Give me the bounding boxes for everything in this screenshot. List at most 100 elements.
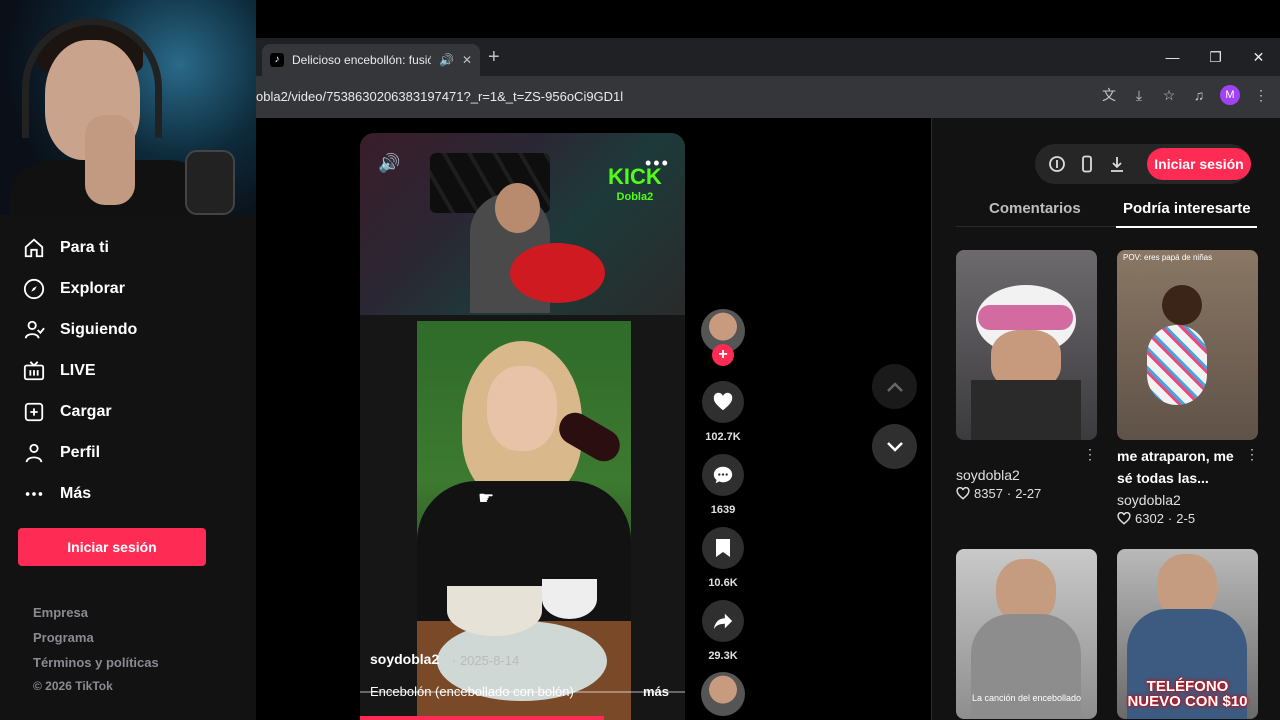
- card-title[interactable]: me atraparon, me sé todas las...: [1117, 445, 1247, 489]
- like-count: 102.7K: [705, 431, 741, 443]
- sidebar-item-cargar[interactable]: Cargar: [22, 400, 112, 424]
- kick-sub: Dobla2: [616, 191, 654, 203]
- copyright: © 2026 TikTok: [33, 679, 113, 693]
- save-button[interactable]: 10.6K: [701, 527, 745, 589]
- sidebar-item-label: Explorar: [60, 280, 125, 297]
- card-more-icon[interactable]: ⋮: [1083, 446, 1097, 463]
- card-caption: POV: eres papá de niñas: [1123, 253, 1213, 262]
- share-button[interactable]: 29.3K: [701, 600, 745, 662]
- card-likes: 6302: [1135, 511, 1164, 526]
- address-bar: obla2/video/7538630206383197471?_r=1&_t=…: [256, 76, 1280, 118]
- comment-icon: [702, 454, 744, 496]
- more-dots-icon: [22, 482, 46, 506]
- heart-outline-icon: [956, 487, 970, 500]
- install-app-icon[interactable]: ⤓: [1130, 86, 1148, 104]
- related-video-thumbnail[interactable]: [956, 250, 1097, 440]
- tab-podria-interesarte[interactable]: Podría interesarte: [1123, 200, 1251, 217]
- login-button-top[interactable]: Iniciar sesión: [1147, 148, 1251, 180]
- sidebar-item-label: Siguiendo: [60, 321, 138, 338]
- card-date: 2-27: [1015, 486, 1042, 501]
- compass-icon: [22, 277, 46, 301]
- restore-button[interactable]: ❐: [1194, 38, 1237, 76]
- footer-link-empresa[interactable]: Empresa: [33, 605, 88, 620]
- share-count: 29.3K: [708, 650, 738, 662]
- mobile-icon[interactable]: [1078, 155, 1096, 173]
- browser-menu-icon[interactable]: ⋮: [1252, 86, 1270, 104]
- next-author-avatar[interactable]: [701, 672, 745, 716]
- sidebar: Para ti Explorar Siguiendo LIVE Cargar P…: [0, 215, 256, 720]
- stream-overlay: 🔊 ••• KICK Dobla2: [360, 133, 685, 315]
- follow-plus-button[interactable]: +: [712, 344, 734, 366]
- speaker-icon[interactable]: 🔊: [439, 53, 454, 67]
- heart-icon: [702, 381, 744, 423]
- webcam-overlay: [0, 0, 256, 215]
- related-video-thumbnail[interactable]: La canción del encebollado: [956, 549, 1097, 719]
- minimize-button[interactable]: —: [1151, 38, 1194, 76]
- footer-link-terminos[interactable]: Términos y políticas: [33, 655, 159, 670]
- related-video-thumbnail[interactable]: TELÉFONO NUEVO CON $10: [1117, 549, 1258, 719]
- sidebar-item-para-ti[interactable]: Para ti: [22, 236, 109, 260]
- home-icon: [22, 236, 46, 260]
- browser-tabbar: ♪ Delicioso encebollón: fusió 🔊 ✕ + — ❐ …: [256, 38, 1280, 76]
- card-caption: La canción del encebollado: [971, 693, 1082, 703]
- browser-tab[interactable]: ♪ Delicioso encebollón: fusió 🔊 ✕: [262, 44, 480, 76]
- stat-separator: ·: [1167, 511, 1173, 526]
- comment-count: 1639: [710, 504, 736, 516]
- card-author[interactable]: soydobla2: [1117, 492, 1181, 508]
- video-description: Encebolón (encebollado con bolón): [370, 684, 574, 699]
- video-author[interactable]: soydobla2: [370, 651, 439, 667]
- media-controls-icon[interactable]: ♫: [1190, 86, 1208, 104]
- bookmark-star-icon[interactable]: ☆: [1160, 86, 1178, 104]
- tab-comentarios[interactable]: Comentarios: [989, 200, 1081, 217]
- close-tab-icon[interactable]: ✕: [462, 53, 472, 67]
- footer-link-programa[interactable]: Programa: [33, 630, 94, 645]
- card-author[interactable]: soydobla2: [956, 467, 1020, 483]
- tab-title: Delicioso encebollón: fusió: [292, 53, 431, 67]
- card-overlay-text: TELÉFONO NUEVO CON $10: [1127, 678, 1248, 710]
- coin-icon[interactable]: [1048, 155, 1066, 173]
- chevron-down-icon: [886, 441, 903, 452]
- sidebar-item-perfil[interactable]: Perfil: [22, 441, 100, 465]
- sidebar-item-siguiendo[interactable]: Siguiendo: [22, 318, 137, 342]
- description-more-button[interactable]: más: [643, 684, 669, 699]
- sidebar-item-label: Cargar: [60, 403, 112, 420]
- like-button[interactable]: 102.7K: [701, 381, 745, 443]
- following-icon: [22, 318, 46, 342]
- chevron-up-icon: [886, 381, 903, 392]
- card-more-icon[interactable]: ⋮: [1245, 446, 1259, 463]
- profile-icon: [22, 441, 46, 465]
- login-button[interactable]: Iniciar sesión: [18, 528, 206, 566]
- share-arrow-icon: [702, 600, 744, 642]
- previous-video-button[interactable]: [872, 364, 917, 409]
- card-date: 2-5: [1176, 511, 1196, 526]
- video-clip: [417, 321, 631, 720]
- new-tab-button[interactable]: +: [488, 46, 500, 69]
- comment-button[interactable]: 1639: [701, 454, 745, 516]
- upload-icon: [22, 400, 46, 424]
- sidebar-item-live[interactable]: LIVE: [22, 359, 96, 383]
- sidebar-item-explorar[interactable]: Explorar: [22, 277, 125, 301]
- card-likes: 8357: [974, 486, 1003, 501]
- video-date: · 2025-8-14: [452, 653, 520, 668]
- profile-avatar[interactable]: M: [1220, 85, 1240, 105]
- video-progress-bar[interactable]: [360, 716, 604, 720]
- next-video-button[interactable]: [872, 424, 917, 469]
- card-stats: 8357 · 2-27: [956, 486, 1041, 501]
- download-icon[interactable]: [1108, 155, 1126, 173]
- video-player[interactable]: 🔊 ••• KICK Dobla2 soydobla2 · 2025-8-14 …: [360, 133, 685, 720]
- url-field[interactable]: obla2/video/7538630206383197471?_r=1&_t=…: [256, 85, 1056, 109]
- right-panel: Iniciar sesión Comentarios Podría intere…: [931, 118, 1280, 720]
- close-window-button[interactable]: ✕: [1237, 38, 1280, 76]
- save-count: 10.6K: [708, 577, 738, 589]
- bookmark-icon: [702, 527, 744, 569]
- kick-brand: KICK: [608, 164, 662, 189]
- heart-outline-icon: [1117, 512, 1131, 525]
- tiktok-favicon-icon: ♪: [270, 53, 284, 67]
- related-video-thumbnail[interactable]: POV: eres papá de niñas: [1117, 250, 1258, 440]
- mouse-cursor-icon: ☛: [478, 488, 495, 508]
- sidebar-item-mas[interactable]: Más: [22, 482, 91, 506]
- active-tab-indicator: [1116, 226, 1257, 228]
- card-stats: 6302 · 2-5: [1117, 511, 1195, 526]
- translate-icon[interactable]: 文: [1100, 86, 1118, 104]
- volume-icon[interactable]: 🔊: [378, 153, 400, 174]
